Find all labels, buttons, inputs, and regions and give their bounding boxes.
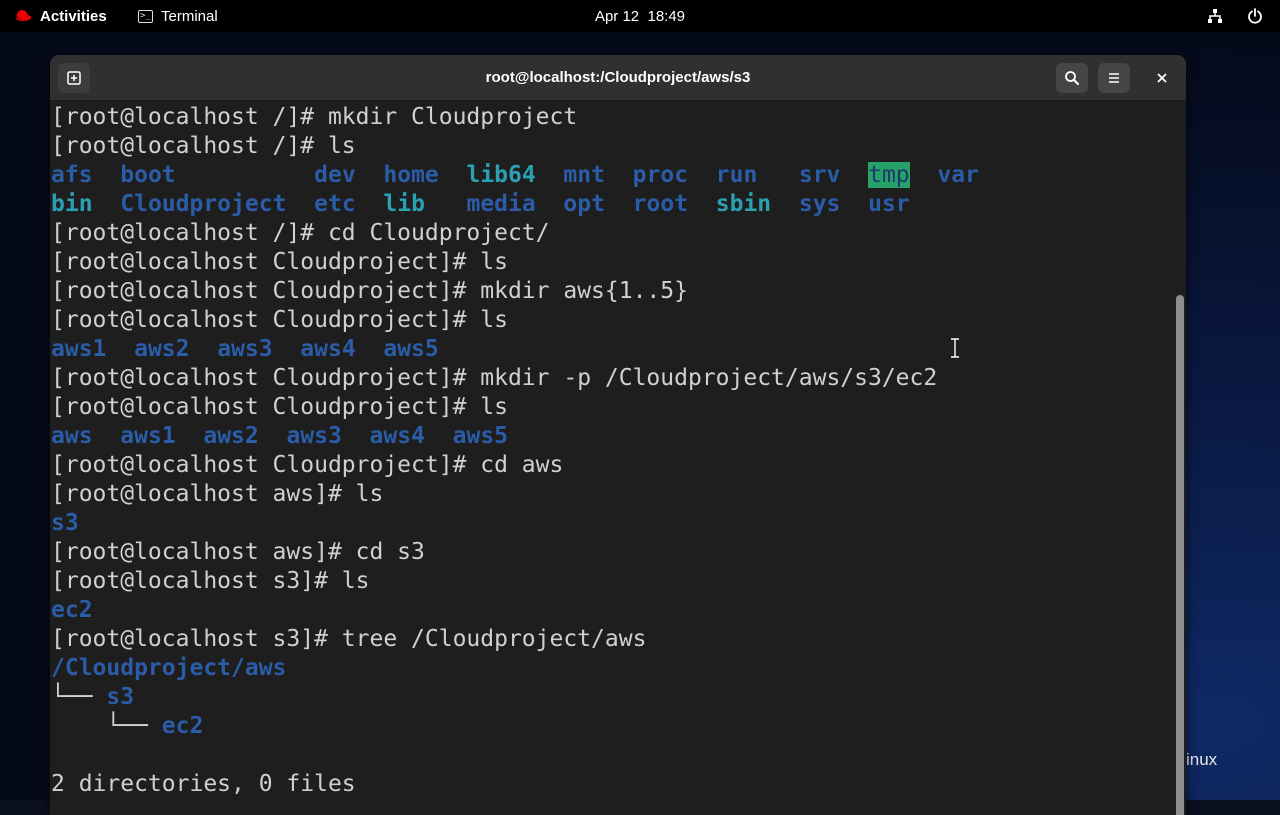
dir-entry: dev bbox=[314, 162, 356, 188]
dir-entry: aws3 bbox=[217, 336, 273, 362]
text-cursor-icon bbox=[951, 338, 959, 358]
dir-entry: opt bbox=[563, 191, 605, 217]
terminal-line: [root@localhost Cloudproject]# ls bbox=[51, 394, 508, 420]
dir-entry: ec2 bbox=[51, 597, 93, 623]
desktop-label: inux bbox=[1186, 750, 1218, 769]
dir-entry: run bbox=[715, 162, 758, 188]
dir-entry: usr bbox=[868, 191, 910, 217]
tree-row: └── s3 bbox=[51, 683, 134, 712]
terminal-line: [root@localhost Cloudproject]# ls bbox=[51, 249, 508, 275]
dir-entry: aws4 bbox=[300, 336, 356, 362]
terminal-line: [root@localhost Cloudproject]# mkdir aws… bbox=[51, 278, 688, 304]
search-button[interactable] bbox=[1056, 63, 1088, 93]
tree-node: s3 bbox=[106, 684, 135, 710]
search-icon bbox=[1065, 71, 1079, 85]
tree-node: ec2 bbox=[161, 713, 204, 739]
ls-output-row: afs boot dev home lib64 mnt proc run srv… bbox=[51, 161, 979, 190]
menu-button[interactable] bbox=[1098, 63, 1130, 93]
symlink-entry: lib bbox=[383, 191, 425, 217]
network-icon[interactable] bbox=[1206, 0, 1224, 32]
dir-entry: sys bbox=[798, 191, 841, 217]
hamburger-icon bbox=[1109, 73, 1119, 83]
terminal-line: 2 directories, 0 files bbox=[51, 771, 356, 797]
ls-output-row: bin Cloudproject etc lib media opt root … bbox=[51, 190, 910, 219]
app-menu-label: Terminal bbox=[161, 7, 218, 25]
symlink-entry: sbin bbox=[715, 191, 772, 217]
terminal-line: [root@localhost Cloudproject]# ls bbox=[51, 307, 508, 333]
dir-entry: aws2 bbox=[203, 423, 259, 449]
dir-entry: aws4 bbox=[369, 423, 425, 449]
dir-entry: aws2 bbox=[134, 336, 190, 362]
terminal-line: [root@localhost s3]# tree /Cloudproject/… bbox=[51, 626, 647, 652]
dir-entry: srv bbox=[798, 162, 841, 188]
close-button[interactable] bbox=[1146, 63, 1178, 93]
dir-entry: aws bbox=[51, 423, 93, 449]
redhat-logo-icon bbox=[15, 10, 32, 21]
activities-button[interactable]: Activities bbox=[14, 0, 107, 32]
dir-entry: aws1 bbox=[51, 336, 107, 362]
terminal-line: [root@localhost /]# ls bbox=[51, 133, 356, 159]
header-bar: root@localhost:/Cloudproject/aws/s3 bbox=[50, 55, 1186, 101]
tree-branch: └── bbox=[51, 684, 107, 710]
tree-branch: └── bbox=[106, 713, 162, 739]
power-icon[interactable] bbox=[1246, 0, 1264, 32]
activities-label: Activities bbox=[40, 7, 107, 25]
tree-root: /Cloudproject/aws bbox=[51, 655, 287, 681]
terminal-line: [root@localhost /]# cd Cloudproject/ bbox=[51, 220, 550, 246]
close-icon bbox=[1157, 73, 1167, 83]
terminal-line: [root@localhost Cloudproject]# cd aws bbox=[51, 452, 564, 478]
dir-entry: var bbox=[937, 162, 979, 188]
new-tab-icon bbox=[67, 71, 81, 85]
symlink-entry: bin bbox=[51, 191, 93, 217]
dir-entry: mnt bbox=[563, 162, 605, 188]
app-menu-terminal[interactable]: >_ Terminal bbox=[138, 0, 218, 32]
terminal-line: [root@localhost aws]# ls bbox=[51, 481, 384, 507]
dir-entry: aws1 bbox=[120, 423, 176, 449]
ls-output-row: aws1 aws2 aws3 aws4 aws5 bbox=[51, 335, 439, 364]
top-bar: Activities >_ Terminal Apr 12 18:49 bbox=[0, 0, 1280, 32]
dir-entry: aws5 bbox=[452, 423, 509, 449]
terminal-line: [root@localhost /]# mkdir Cloudproject bbox=[51, 104, 578, 130]
scrollbar-thumb[interactable] bbox=[1176, 295, 1184, 815]
tree-row: └── ec2 bbox=[51, 712, 203, 741]
terminal-icon: >_ bbox=[138, 9, 153, 23]
terminal-line: [root@localhost aws]# cd s3 bbox=[51, 539, 425, 565]
dir-entry: afs bbox=[51, 162, 93, 188]
dir-entry: proc bbox=[632, 162, 689, 188]
terminal-line: [root@localhost s3]# ls bbox=[51, 568, 370, 594]
dir-entry: aws5 bbox=[383, 336, 439, 362]
dir-entry: aws3 bbox=[286, 423, 342, 449]
window-title: root@localhost:/Cloudproject/aws/s3 bbox=[485, 69, 751, 86]
dir-entry: etc bbox=[314, 191, 356, 217]
symlink-entry: lib64 bbox=[466, 162, 536, 188]
dir-entry: home bbox=[383, 162, 439, 188]
new-tab-button[interactable] bbox=[58, 63, 90, 93]
dir-entry: s3 bbox=[51, 510, 79, 536]
sticky-dir-entry: tmp bbox=[868, 162, 910, 188]
dir-entry: root bbox=[632, 191, 689, 217]
ls-output-row: aws aws1 aws2 aws3 aws4 aws5 bbox=[51, 422, 508, 451]
terminal-line: [root@localhost Cloudproject]# mkdir -p … bbox=[51, 365, 938, 391]
terminal-output[interactable]: [root@localhost /]# mkdir Cloudproject [… bbox=[50, 101, 1172, 815]
dir-entry: Cloudproject bbox=[120, 191, 287, 217]
dir-entry: media bbox=[466, 191, 536, 217]
terminal-window: root@localhost:/Cloudproject/aws/s3 [roo… bbox=[50, 55, 1186, 815]
dir-entry: boot bbox=[120, 162, 176, 188]
clock[interactable]: Apr 12 18:49 bbox=[595, 8, 685, 25]
